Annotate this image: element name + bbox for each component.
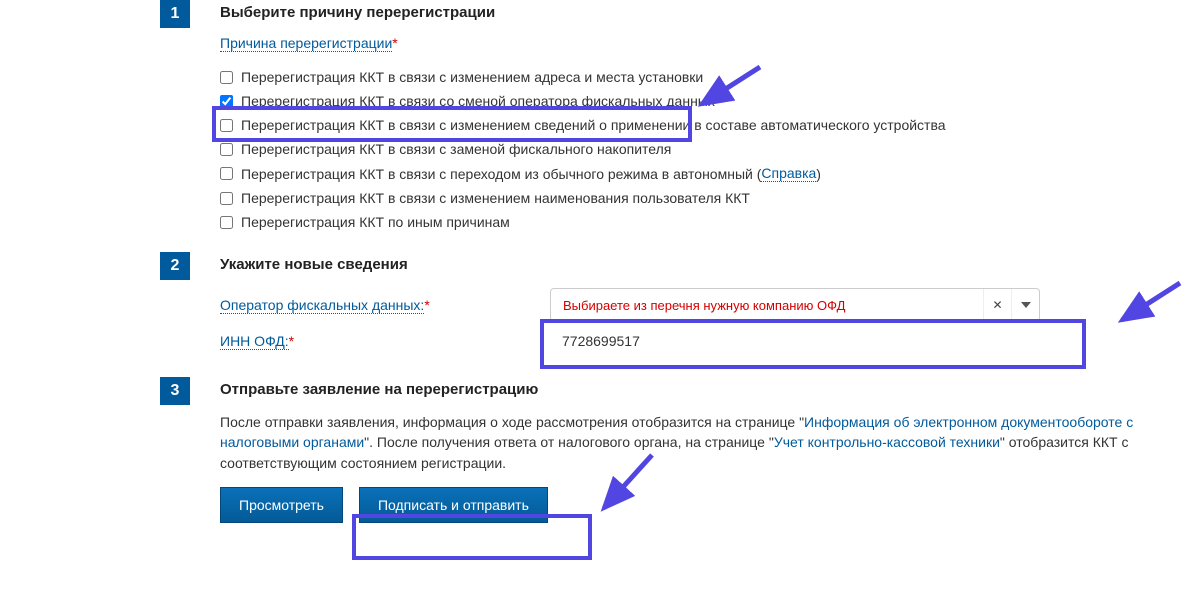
reason-item-4[interactable]: Перерегистрация ККТ в связи с переходом … [220, 161, 1160, 186]
reason-checkbox-4[interactable] [220, 167, 233, 180]
reason-item-6[interactable]: Перерегистрация ККТ по иным причинам [220, 210, 1160, 234]
step-number-2: 2 [160, 252, 190, 280]
reason-label: Перерегистрация ККТ по иным причинам [241, 214, 510, 230]
reason-label: Перерегистрация ККТ в связи с переходом … [241, 166, 761, 182]
reason-label: Перерегистрация ККТ в связи с изменением… [241, 69, 703, 85]
reason-checkbox-5[interactable] [220, 192, 233, 205]
reason-checkbox-1[interactable] [220, 95, 233, 108]
reason-checkbox-6[interactable] [220, 216, 233, 229]
reason-link[interactable]: Причина перерегистрации [220, 35, 392, 52]
reason-label: Перерегистрация ККТ в связи со сменой оп… [241, 93, 715, 109]
step-number-1: 1 [160, 0, 190, 28]
submit-button[interactable]: Подписать и отправить [359, 487, 548, 523]
reason-item-5[interactable]: Перерегистрация ККТ в связи с изменением… [220, 186, 1160, 210]
reason-item-1[interactable]: Перерегистрация ККТ в связи со сменой оп… [220, 89, 1160, 113]
operator-select[interactable]: Выбираете из перечня нужную компанию ОФД… [550, 288, 1040, 322]
reason-checkbox-3[interactable] [220, 143, 233, 156]
clear-icon[interactable]: ✕ [983, 289, 1011, 321]
help-link[interactable]: Справка [761, 165, 816, 182]
reason-checkbox-0[interactable] [220, 71, 233, 84]
step2-title: Укажите новые сведения [220, 256, 1160, 273]
step3-description: После отправки заявления, информация о х… [220, 412, 1160, 473]
step1-title: Выберите причину перерегистрации [220, 4, 1160, 21]
operator-select-text: Выбираете из перечня нужную компанию ОФД [551, 298, 983, 313]
reason-label: Перерегистрация ККТ в связи с заменой фи… [241, 141, 671, 157]
chevron-down-icon[interactable] [1011, 289, 1039, 321]
preview-button[interactable]: Просмотреть [220, 487, 343, 523]
reason-item-3[interactable]: Перерегистрация ККТ в связи с заменой фи… [220, 137, 1160, 161]
reason-checkbox-2[interactable] [220, 119, 233, 132]
inn-label[interactable]: ИНН ОФД: [220, 333, 289, 350]
link-kkt[interactable]: Учет контрольно-кассовой техники [774, 434, 1000, 450]
reason-item-0[interactable]: Перерегистрация ККТ в связи с изменением… [220, 65, 1160, 89]
reason-label: Перерегистрация ККТ в связи с изменением… [241, 190, 750, 206]
step-number-3: 3 [160, 377, 190, 405]
inn-value: 7728699517 [550, 333, 640, 349]
required-star: * [392, 35, 397, 51]
reason-item-2[interactable]: Перерегистрация ККТ в связи с изменением… [220, 113, 1160, 137]
step3-title: Отправьте заявление на перерегистрацию [220, 381, 1160, 398]
reason-label: Перерегистрация ККТ в связи с изменением… [241, 117, 946, 133]
operator-label[interactable]: Оператор фискальных данных: [220, 297, 424, 314]
